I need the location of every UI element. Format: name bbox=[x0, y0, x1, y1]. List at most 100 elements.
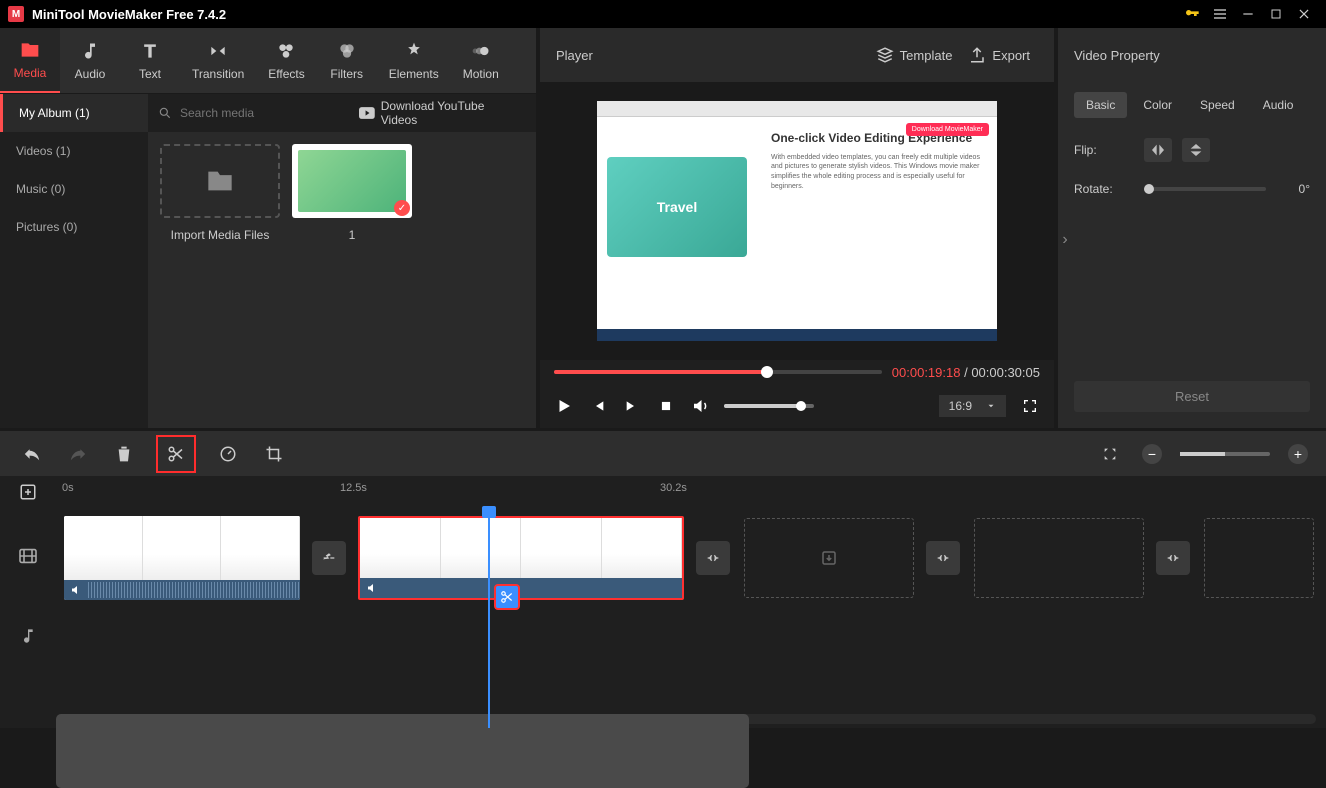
transition-slot[interactable] bbox=[312, 541, 346, 575]
speaker-icon bbox=[366, 582, 378, 594]
rotate-label: Rotate: bbox=[1074, 182, 1134, 196]
minimize-button[interactable] bbox=[1234, 0, 1262, 28]
speaker-icon bbox=[70, 584, 82, 596]
tab-text[interactable]: Text bbox=[120, 28, 180, 93]
import-label: Import Media Files bbox=[171, 228, 270, 242]
tab-audio[interactable]: Audio bbox=[60, 28, 120, 93]
undo-button[interactable] bbox=[18, 440, 46, 468]
playhead[interactable] bbox=[488, 508, 490, 728]
clip-dropzone[interactable] bbox=[1204, 518, 1314, 598]
export-button[interactable]: Export bbox=[960, 46, 1038, 64]
proptab-audio[interactable]: Audio bbox=[1251, 92, 1306, 118]
tab-effects[interactable]: Effects bbox=[256, 28, 316, 93]
folder-icon bbox=[206, 169, 234, 193]
split-button[interactable] bbox=[156, 435, 196, 473]
proptab-color[interactable]: Color bbox=[1131, 92, 1184, 118]
media-sidetabs: My Album (1) Videos (1) Music (0) Pictur… bbox=[0, 94, 148, 428]
ruler-mark: 12.5s bbox=[340, 482, 367, 494]
aspect-ratio-select[interactable]: 16:9 bbox=[939, 395, 1006, 417]
tab-label: Text bbox=[139, 67, 161, 81]
zoom-in-button[interactable]: + bbox=[1288, 444, 1308, 464]
tab-label: Elements bbox=[389, 67, 439, 81]
ruler-mark: 0s bbox=[62, 482, 74, 494]
preview-area: Download MovieMaker One-click Video Edit… bbox=[540, 82, 1054, 360]
seek-bar[interactable] bbox=[554, 370, 882, 374]
prev-frame-button[interactable] bbox=[588, 396, 608, 416]
collapse-properties-handle[interactable]: › bbox=[1058, 220, 1072, 260]
import-media-button[interactable] bbox=[160, 144, 280, 218]
export-label: Export bbox=[992, 48, 1030, 63]
crop-button[interactable] bbox=[260, 440, 288, 468]
timeline-clip[interactable] bbox=[64, 516, 300, 600]
video-track-icon bbox=[0, 548, 56, 564]
video-track[interactable] bbox=[0, 508, 1326, 604]
check-icon: ✓ bbox=[394, 200, 410, 216]
clip-dropzone[interactable] bbox=[744, 518, 914, 598]
search-input[interactable] bbox=[180, 106, 335, 120]
menu-icon[interactable] bbox=[1206, 0, 1234, 28]
player-title: Player bbox=[556, 48, 593, 63]
stop-button[interactable] bbox=[656, 396, 676, 416]
tab-label: Media bbox=[14, 66, 47, 80]
tab-filters[interactable]: Filters bbox=[317, 28, 377, 93]
timeline-clip-selected[interactable] bbox=[358, 516, 684, 600]
zoom-slider[interactable] bbox=[1180, 452, 1270, 456]
tab-media[interactable]: Media bbox=[0, 28, 60, 93]
close-button[interactable] bbox=[1290, 0, 1318, 28]
properties-title: Video Property bbox=[1074, 48, 1160, 63]
player-panel: Player Template Export Download MovieMak… bbox=[536, 28, 1058, 428]
ruler-mark: 30.2s bbox=[660, 482, 687, 494]
sidetab-pictures[interactable]: Pictures (0) bbox=[0, 208, 148, 246]
timeline-toolbar: − + bbox=[0, 428, 1326, 476]
proptab-basic[interactable]: Basic bbox=[1074, 92, 1127, 118]
speed-button[interactable] bbox=[214, 440, 242, 468]
download-youtube-button[interactable]: Download YouTube Videos bbox=[345, 99, 536, 127]
preview-desc: With embedded video templates, you can f… bbox=[771, 153, 983, 192]
maximize-button[interactable] bbox=[1262, 0, 1290, 28]
chevron-down-icon bbox=[986, 401, 996, 411]
tab-transition[interactable]: Transition bbox=[180, 28, 256, 93]
tab-label: Effects bbox=[268, 67, 304, 81]
flip-vertical-button[interactable] bbox=[1182, 138, 1210, 162]
add-track-button[interactable] bbox=[0, 483, 56, 501]
fullscreen-button[interactable] bbox=[1020, 396, 1040, 416]
reset-button[interactable]: Reset bbox=[1074, 381, 1310, 412]
flip-label: Flip: bbox=[1074, 143, 1134, 157]
sidetab-music[interactable]: Music (0) bbox=[0, 170, 148, 208]
app-logo-icon: M bbox=[8, 6, 24, 22]
transition-slot[interactable] bbox=[696, 541, 730, 575]
split-indicator-icon[interactable] bbox=[494, 584, 520, 610]
transition-slot[interactable] bbox=[926, 541, 960, 575]
app-title: MiniTool MovieMaker Free 7.4.2 bbox=[32, 7, 226, 22]
clip-dropzone[interactable] bbox=[974, 518, 1144, 598]
media-thumbnail[interactable]: ✓ bbox=[292, 144, 412, 218]
tab-label: Filters bbox=[330, 67, 363, 81]
search-bar[interactable] bbox=[148, 106, 345, 120]
tab-elements[interactable]: Elements bbox=[377, 28, 451, 93]
sidetab-videos[interactable]: Videos (1) bbox=[0, 132, 148, 170]
export-icon bbox=[968, 46, 986, 64]
volume-icon[interactable] bbox=[690, 396, 710, 416]
flip-horizontal-button[interactable] bbox=[1144, 138, 1172, 162]
play-button[interactable] bbox=[554, 396, 574, 416]
sidetab-myalbum[interactable]: My Album (1) bbox=[0, 94, 148, 132]
fit-button[interactable] bbox=[1096, 440, 1124, 468]
volume-slider[interactable] bbox=[724, 404, 814, 408]
rotate-value: 0° bbox=[1276, 182, 1310, 196]
redo-button[interactable] bbox=[64, 440, 92, 468]
proptab-speed[interactable]: Speed bbox=[1188, 92, 1247, 118]
download-youtube-label: Download YouTube Videos bbox=[381, 99, 522, 127]
delete-button[interactable] bbox=[110, 440, 138, 468]
rotate-slider[interactable] bbox=[1144, 187, 1266, 191]
tab-label: Motion bbox=[463, 67, 499, 81]
transition-slot[interactable] bbox=[1156, 541, 1190, 575]
audio-track[interactable] bbox=[0, 604, 1326, 668]
template-button[interactable]: Template bbox=[868, 46, 961, 64]
media-toolbar: Download YouTube Videos bbox=[148, 94, 536, 132]
timeline-horizontal-scrollbar[interactable] bbox=[56, 714, 1316, 724]
time-ruler[interactable]: 0s 12.5s 30.2s bbox=[0, 476, 1326, 508]
tab-motion[interactable]: Motion bbox=[451, 28, 511, 93]
next-frame-button[interactable] bbox=[622, 396, 642, 416]
zoom-out-button[interactable]: − bbox=[1142, 444, 1162, 464]
license-key-icon[interactable] bbox=[1178, 0, 1206, 28]
